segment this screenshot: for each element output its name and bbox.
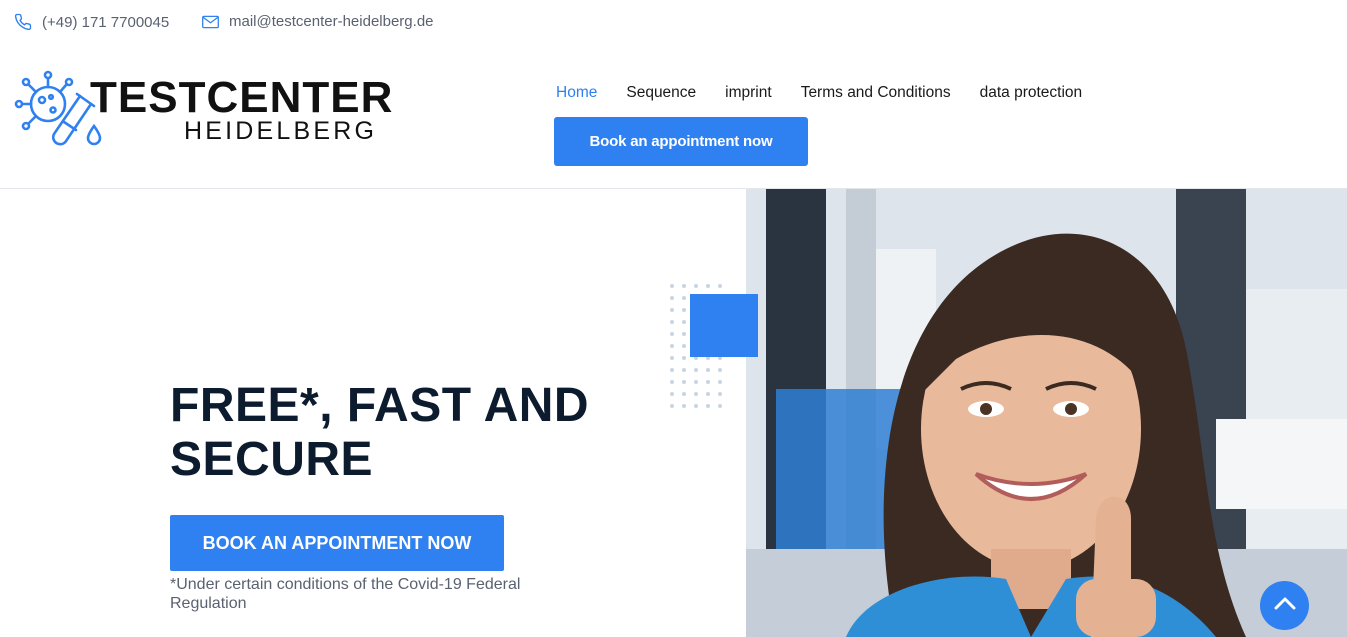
site-header: TESTCENTER HEIDELBERG Home Sequence impr…: [0, 46, 1347, 189]
book-appointment-hero-button[interactable]: BOOK AN APPOINTMENT NOW: [170, 515, 504, 571]
main-nav: Home Sequence imprint Terms and Conditio…: [556, 84, 1082, 102]
top-contact-bar: (+49) 171 7700045 mail@testcenter-heidel…: [0, 0, 1347, 46]
mail-icon: [202, 15, 219, 29]
hero-title: FREE*, FAST AND SECURE: [170, 379, 590, 486]
phone-contact[interactable]: (+49) 171 7700045: [14, 13, 169, 31]
nav-item-imprint[interactable]: imprint: [725, 84, 772, 102]
hero-disclaimer: *Under certain conditions of the Covid-1…: [170, 576, 521, 612]
site-logo[interactable]: TESTCENTER HEIDELBERG: [14, 70, 394, 152]
smiling-woman-thumbs-up-photo: [746, 189, 1347, 637]
scroll-to-top-button[interactable]: [1260, 581, 1309, 630]
phone-number: (+49) 171 7700045: [42, 13, 170, 31]
phone-icon: [14, 13, 32, 31]
email-address: mail@testcenter-heidelberg.de: [229, 13, 434, 30]
logo-title: TESTCENTER: [90, 73, 394, 122]
decorative-blue-square: [690, 294, 758, 357]
logo-subtitle: HEIDELBERG: [184, 117, 378, 145]
email-contact[interactable]: mail@testcenter-heidelberg.de: [202, 13, 434, 30]
nav-item-sequence[interactable]: Sequence: [626, 84, 696, 102]
nav-item-data-protection[interactable]: data protection: [980, 84, 1083, 102]
nav-item-terms[interactable]: Terms and Conditions: [801, 84, 951, 102]
book-appointment-header-button[interactable]: Book an appointment now: [554, 117, 808, 166]
nav-item-home[interactable]: Home: [556, 84, 597, 102]
chevron-up-icon: [1274, 596, 1296, 615]
